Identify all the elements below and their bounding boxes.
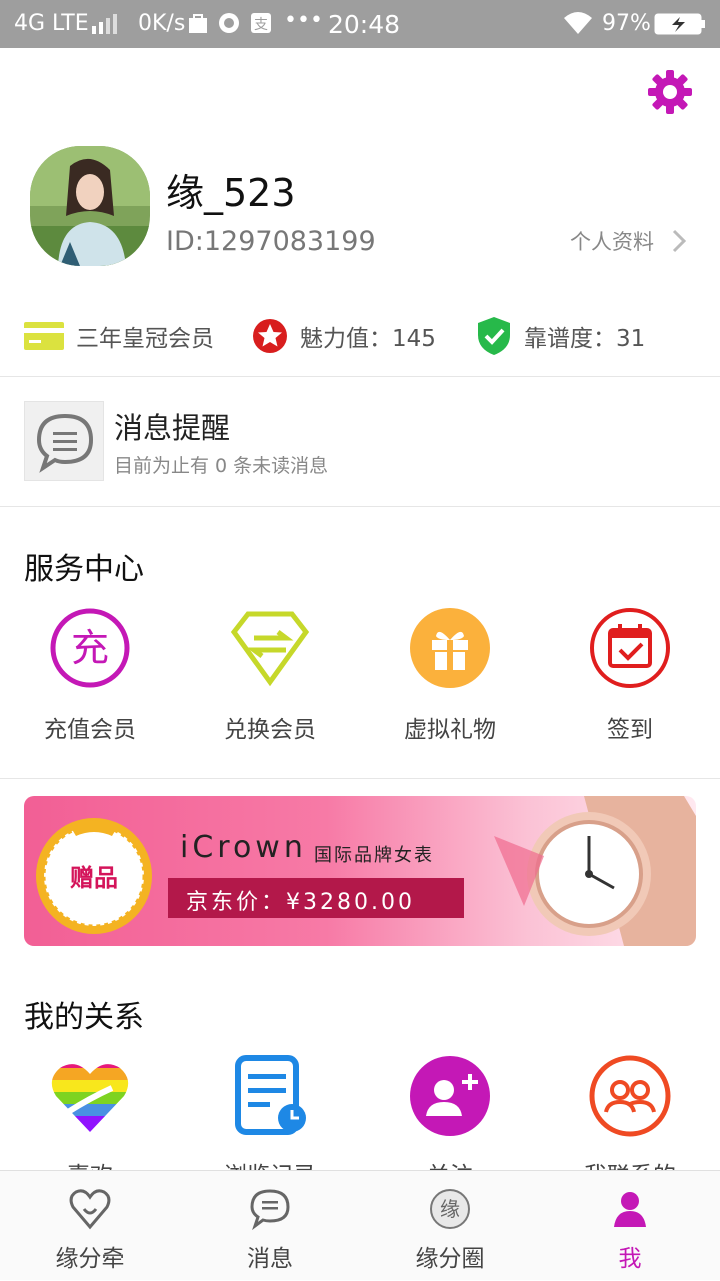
heart-icon — [51, 1064, 129, 1132]
circle-icon: 缘 — [430, 1189, 470, 1229]
charm-stat: 魅力值：145 — [252, 314, 436, 358]
message-reminder-title[interactable]: 消息提醒 — [114, 405, 230, 447]
svg-text:缘: 缘 — [440, 1197, 460, 1221]
membership-stat: 三年皇冠会员 — [24, 314, 214, 358]
nav-circle[interactable]: 缘 缘分圈 — [360, 1171, 540, 1281]
exchange-icon — [230, 611, 310, 687]
promo-banner[interactable]: 赠品 iCrown 国际品牌女表 京东价：¥3280.00 — [24, 796, 696, 946]
check-in-label: 签到 — [607, 717, 653, 743]
profile-details-link[interactable]: 个人资料 — [570, 226, 686, 256]
user-id: ID:1297083199 — [166, 226, 376, 257]
nav-me[interactable]: 我 — [540, 1171, 720, 1281]
recharge-member-button[interactable]: 充 充值会员 — [0, 606, 180, 744]
divider — [0, 506, 720, 507]
nav-circle-label: 缘分圈 — [415, 1246, 485, 1272]
reliability-stat: 靠谱度：31 — [476, 314, 645, 358]
nav-me-label: 我 — [618, 1246, 642, 1272]
network-speed: 0K/s — [138, 11, 186, 36]
relationships-title: 我的关系 — [24, 1000, 144, 1035]
signal-icon — [92, 14, 117, 34]
message-reminder-subtitle: 目前为止有 0 条未读消息 — [114, 455, 329, 477]
exchange-member-label: 兑换会员 — [224, 717, 316, 743]
divider — [0, 376, 720, 377]
recharge-member-label: 充值会员 — [44, 717, 136, 743]
gift-icon — [410, 608, 490, 688]
profile-icon — [614, 1192, 646, 1227]
network-indicator: 4G LTE — [14, 11, 89, 36]
username: 缘_523 — [166, 171, 296, 215]
chevron-right-icon — [672, 229, 686, 253]
contacts-icon — [589, 1055, 671, 1137]
clock: 20:48 — [328, 10, 401, 39]
svg-text:充: 充 — [71, 626, 109, 670]
settings-gear-icon[interactable] — [646, 68, 694, 116]
status-bar: 4G LTE 0K/s 支 ••• 20:48 97% — [0, 0, 720, 48]
nav-messages-label: 消息 — [247, 1246, 293, 1272]
message-reminder-icon[interactable] — [24, 401, 104, 481]
svg-text:支: 支 — [254, 17, 268, 33]
app-icon: 支 — [251, 13, 271, 33]
recharge-icon: 充 — [50, 608, 130, 688]
more-notifications: ••• — [284, 8, 323, 33]
message-icon — [250, 1189, 290, 1231]
banner-brand: iCrown — [180, 830, 307, 865]
battery-icon — [654, 13, 705, 35]
star-badge-icon — [253, 319, 287, 353]
virtual-gift-label: 虚拟礼物 — [404, 717, 496, 743]
nav-messages[interactable]: 消息 — [180, 1171, 360, 1281]
membership-label: 三年皇冠会员 — [76, 326, 214, 352]
match-icon — [69, 1189, 111, 1230]
watch-image — [494, 796, 696, 946]
wifi-icon — [564, 12, 592, 34]
charm-value: 魅力值：145 — [300, 326, 436, 352]
virtual-gift-button[interactable]: 虚拟礼物 — [360, 606, 540, 744]
banner-brand-subtitle: 国际品牌女表 — [314, 845, 434, 866]
exchange-member-button[interactable]: 兑换会员 — [180, 606, 360, 744]
service-center-title: 服务中心 — [24, 552, 144, 587]
battery-percent: 97% — [602, 11, 651, 36]
gift-badge-label: 赠品 — [70, 864, 118, 892]
avatar[interactable] — [30, 146, 150, 266]
nav-match-label: 缘分牵 — [55, 1246, 125, 1272]
bottom-navigation: 缘分牵 消息 缘 缘分圈 我 — [0, 1170, 720, 1280]
banner-price: 京东价：¥3280.00 — [186, 890, 415, 915]
nav-match[interactable]: 缘分牵 — [0, 1171, 180, 1281]
check-in-button[interactable]: 签到 — [540, 606, 720, 744]
browser-icon — [219, 13, 239, 33]
divider — [0, 778, 720, 779]
profile-link-label: 个人资料 — [570, 230, 654, 254]
member-card-icon — [24, 322, 64, 350]
calendar-check-icon — [590, 608, 670, 688]
shield-check-icon — [478, 317, 510, 355]
shopping-bag-icon — [189, 14, 207, 33]
history-icon — [235, 1055, 306, 1135]
reliability-value: 靠谱度：31 — [524, 326, 646, 352]
follow-icon — [410, 1056, 490, 1136]
